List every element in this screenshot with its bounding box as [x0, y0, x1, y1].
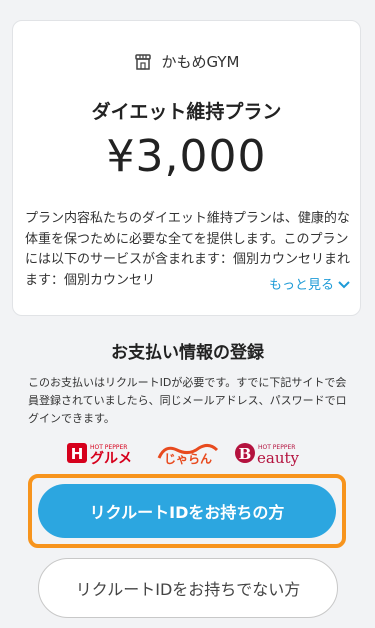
plan-price: ¥3,000	[106, 131, 267, 182]
svg-text:H: H	[70, 445, 83, 463]
svg-text:HOT PEPPER: HOT PEPPER	[90, 444, 127, 451]
show-more-link[interactable]: もっと見る	[262, 276, 350, 296]
jalan-logo: じゃらん	[155, 440, 221, 466]
store-icon	[134, 53, 152, 70]
has-recruit-id-button[interactable]: リクルートIDをお持ちの方	[38, 484, 336, 538]
plan-title: ダイエット維持プラン	[91, 101, 282, 123]
primary-button-highlight: リクルートIDをお持ちの方	[28, 474, 346, 548]
svg-text:グルメ: グルメ	[90, 450, 132, 466]
store-name: かもめGYM	[161, 53, 240, 71]
svg-text:じゃらん: じゃらん	[163, 452, 211, 466]
hotpepper-gourmet-logo: H HOT PEPPER グルメ	[66, 440, 141, 466]
recruit-id-note: このお支払いはリクルートIDが必要です。すでに下記サイトで会員登録されていました…	[28, 376, 347, 425]
store-header: かもめGYM	[13, 51, 360, 72]
svg-text:B: B	[238, 445, 251, 463]
show-more-label: もっと見る	[268, 278, 334, 293]
partner-logos: H HOT PEPPER グルメ じゃらん B HOT PEPPER eauty	[0, 440, 375, 466]
payment-section-title: お支払い情報の登録	[111, 343, 264, 363]
chevron-down-icon	[338, 276, 350, 296]
plan-card: かもめGYM ダイエット維持プラン ¥3,000 プラン内容私たちのダイエット維…	[12, 20, 361, 316]
no-recruit-id-button[interactable]: リクルートIDをお持ちでない方	[38, 558, 338, 618]
svg-text:eauty: eauty	[257, 449, 300, 466]
hotpepper-beauty-logo: B HOT PEPPER eauty	[234, 440, 309, 466]
